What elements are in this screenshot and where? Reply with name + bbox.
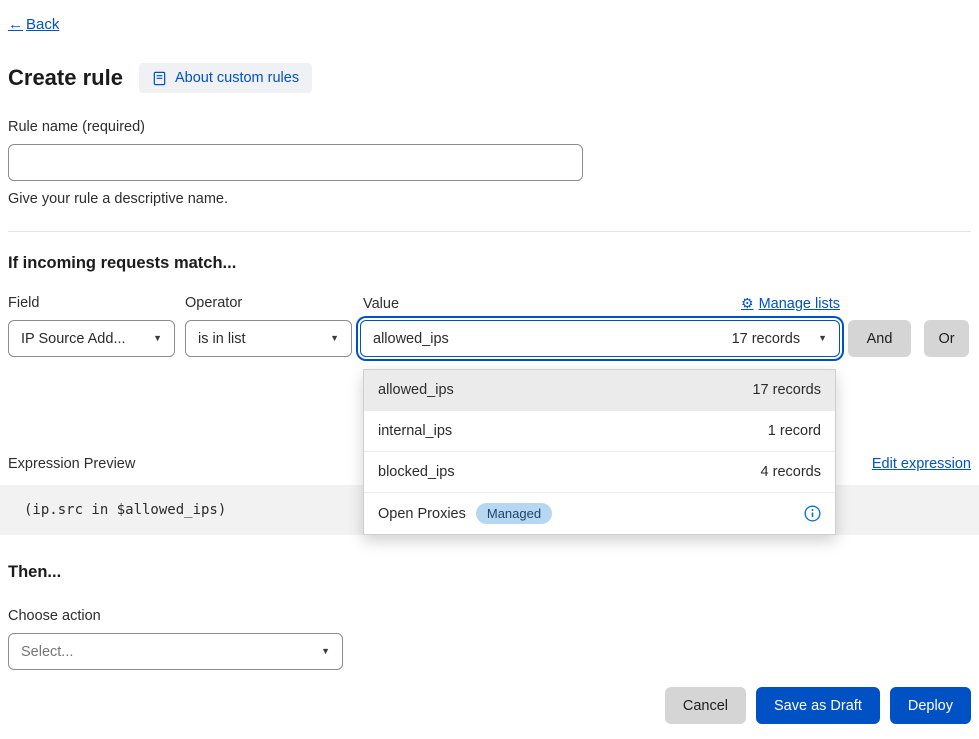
manage-lists-link[interactable]: ⚙ Manage lists (741, 295, 840, 312)
back-link[interactable]: ←Back (8, 16, 59, 33)
info-icon[interactable] (804, 505, 821, 522)
value-column-header: Value ⚙ Manage lists (360, 295, 840, 312)
action-select-placeholder: Select... (21, 644, 73, 660)
operator-select-value: is in list (198, 331, 246, 347)
chevron-down-icon: ▼ (818, 334, 827, 343)
footer-actions: Cancel Save as Draft Deploy (8, 687, 971, 724)
list-option-name: Open Proxies (378, 506, 466, 522)
list-option-allowed-ips[interactable]: allowed_ips 17 records (364, 370, 835, 411)
list-option-internal-ips[interactable]: internal_ips 1 record (364, 411, 835, 452)
value-select-records-count: 17 records (732, 331, 801, 347)
action-select[interactable]: Select... ▼ (8, 633, 343, 670)
field-select[interactable]: IP Source Add... ▼ (8, 320, 175, 357)
cancel-button[interactable]: Cancel (665, 687, 746, 724)
value-select[interactable]: allowed_ips 17 records ▼ (360, 320, 840, 357)
expression-preview-label: Expression Preview (8, 456, 135, 472)
list-option-records: 1 record (768, 423, 821, 439)
rule-name-input[interactable] (8, 144, 583, 181)
field-column-label: Field (8, 295, 175, 311)
section-divider (8, 231, 971, 232)
list-option-name: internal_ips (378, 423, 452, 439)
match-column-labels: Field Operator Value ⚙ Manage lists (8, 295, 971, 312)
value-dropdown-menu: allowed_ips 17 records internal_ips 1 re… (363, 369, 836, 535)
value-column-label: Value (363, 296, 399, 312)
about-custom-rules-label: About custom rules (175, 70, 299, 86)
back-label: Back (26, 16, 59, 33)
book-icon (152, 71, 167, 86)
page-title: Create rule (8, 65, 123, 91)
back-arrow-icon: ← (8, 16, 23, 33)
list-option-blocked-ips[interactable]: blocked_ips 4 records (364, 452, 835, 493)
match-condition-row: IP Source Add... ▼ is in list ▼ allowed_… (8, 320, 971, 357)
list-option-records: 4 records (761, 464, 821, 480)
chevron-down-icon: ▼ (321, 647, 330, 656)
then-section-heading: Then... (8, 563, 971, 582)
or-button[interactable]: Or (924, 320, 969, 357)
about-custom-rules-link[interactable]: About custom rules (139, 63, 312, 93)
deploy-button[interactable]: Deploy (890, 687, 971, 724)
title-row: Create rule About custom rules (8, 63, 971, 93)
manage-lists-label: Manage lists (759, 296, 840, 312)
chevron-down-icon: ▼ (330, 334, 339, 343)
list-option-open-proxies[interactable]: Open Proxies Managed (364, 493, 835, 534)
field-select-value: IP Source Add... (21, 331, 126, 347)
list-option-records: 17 records (752, 382, 821, 398)
chevron-down-icon: ▼ (153, 334, 162, 343)
edit-expression-link[interactable]: Edit expression (872, 456, 971, 472)
save-as-draft-button[interactable]: Save as Draft (756, 687, 880, 724)
list-option-name: blocked_ips (378, 464, 455, 480)
operator-column-label: Operator (185, 295, 352, 311)
value-select-wrap: allowed_ips 17 records ▼ allowed_ips 17 … (360, 320, 840, 357)
operator-select[interactable]: is in list ▼ (185, 320, 352, 357)
rule-name-help-text: Give your rule a descriptive name. (8, 191, 971, 207)
managed-badge: Managed (476, 503, 552, 524)
and-button[interactable]: And (848, 320, 911, 357)
choose-action-label: Choose action (8, 608, 971, 624)
gear-icon: ⚙ (741, 295, 754, 312)
create-rule-page: ←Back Create rule About custom rules Rul… (0, 0, 979, 724)
expression-code: (ip.src in $allowed_ips) (24, 502, 226, 518)
list-option-name: allowed_ips (378, 382, 454, 398)
rule-name-label: Rule name (required) (8, 119, 971, 135)
value-select-value: allowed_ips (373, 331, 449, 347)
match-section-heading: If incoming requests match... (8, 254, 971, 273)
